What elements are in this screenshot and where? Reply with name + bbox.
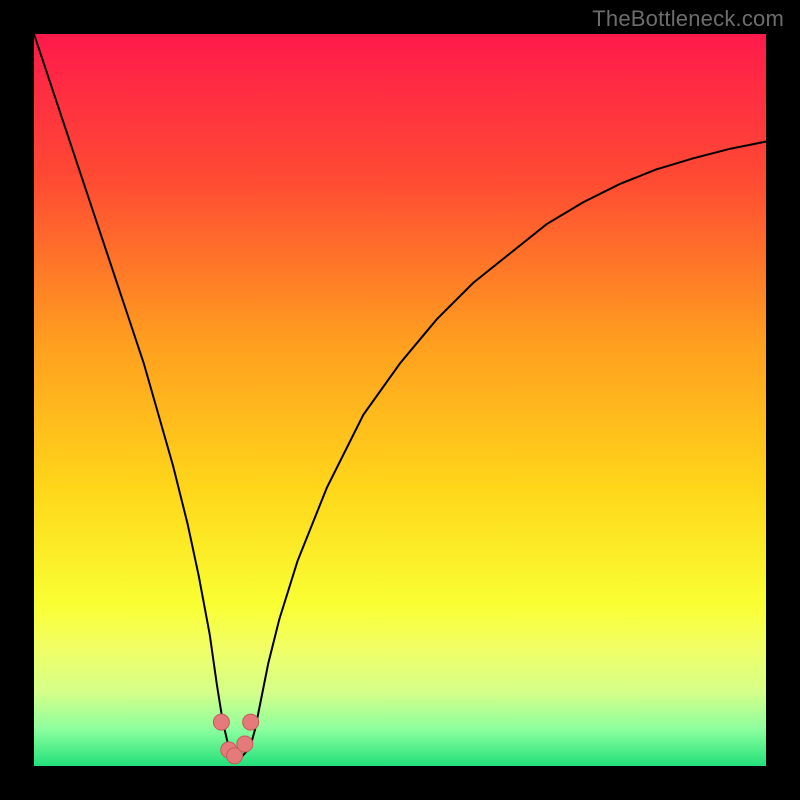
plot-area xyxy=(34,34,766,766)
watermark-text: TheBottleneck.com xyxy=(592,6,784,32)
gradient-background xyxy=(34,34,766,766)
chart-frame: TheBottleneck.com xyxy=(0,0,800,800)
